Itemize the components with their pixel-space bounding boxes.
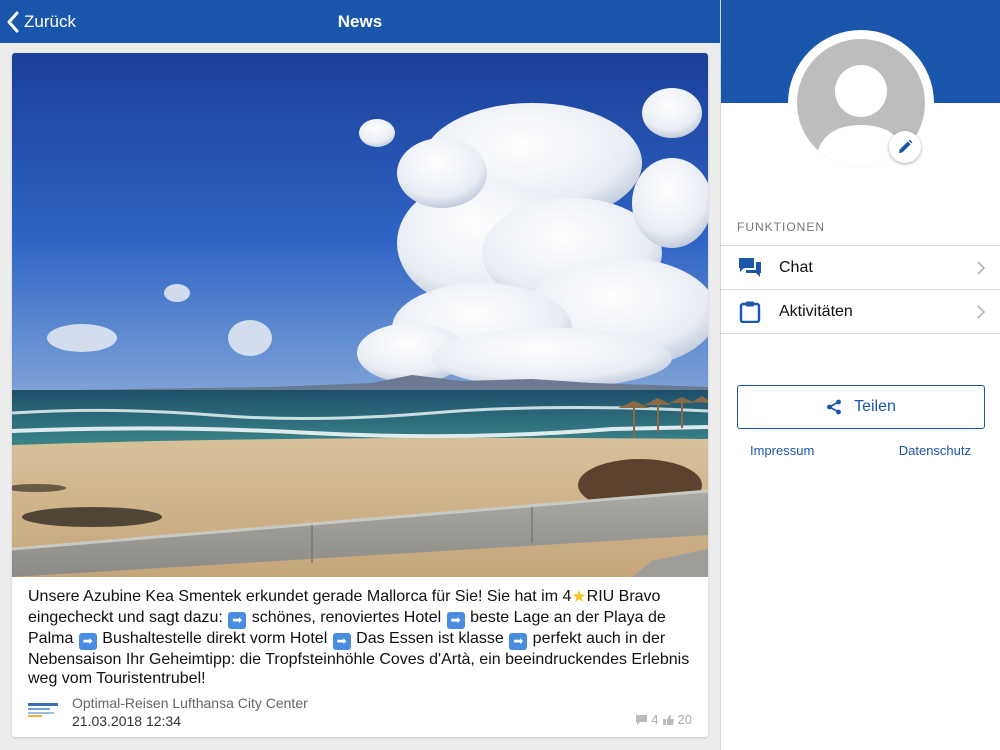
post-stats[interactable]: 4 20: [635, 712, 692, 727]
top-bar: Zurück News: [0, 0, 720, 43]
share-label: Teilen: [854, 398, 896, 415]
pencil-icon: [899, 139, 913, 153]
star-icon: ★: [571, 587, 587, 607]
author-logo-icon: [28, 703, 58, 717]
arrow-right-icon: ➡: [446, 611, 465, 629]
thumbs-up-icon: [662, 714, 674, 725]
arrow-right-icon: ➡: [509, 632, 528, 650]
arrow-right-icon: ➡: [332, 632, 351, 650]
page-title: News: [337, 12, 383, 31]
post-date: 21.03.2018 12:34: [72, 713, 181, 729]
back-label: Zurück: [24, 11, 76, 31]
menu-item-chat[interactable]: Chat: [721, 246, 1000, 290]
likes-count: 20: [677, 712, 692, 727]
back-button[interactable]: Zurück: [6, 0, 76, 43]
arrow-right-icon: ➡: [228, 611, 247, 629]
impressum-link[interactable]: Impressum: [750, 443, 814, 458]
functions-menu: Chat Aktivitäten: [721, 245, 1000, 334]
comments-count: 4: [651, 712, 659, 727]
clipboard-icon: [739, 301, 761, 323]
post-footer: Optimal-Reisen Lufthansa City Center 21.…: [28, 693, 692, 729]
menu-item-aktivitaeten[interactable]: Aktivitäten: [721, 290, 1000, 334]
edit-avatar-button[interactable]: [889, 131, 921, 163]
chevron-right-icon: [977, 261, 985, 275]
arrow-right-icon: ➡: [78, 632, 97, 650]
news-card[interactable]: Unsere Azubine Kea Smentek erkundet gera…: [12, 53, 708, 737]
post-text-part-5: Bushaltestelle direkt vorm Hotel: [102, 629, 328, 647]
menu-item-label: Chat: [779, 258, 813, 276]
share-icon: [827, 399, 841, 415]
chevron-left-icon: [7, 11, 19, 32]
chevron-right-icon: [977, 305, 985, 319]
share-button[interactable]: Teilen: [737, 385, 985, 429]
news-photo: [12, 53, 708, 577]
chat-bubbles-icon: [739, 258, 761, 277]
profile-sidebar: FUNKTIONEN Chat Aktivitäten Teilen Impre…: [720, 0, 1000, 750]
post-text: Unsere Azubine Kea Smentek erkundet gera…: [28, 587, 696, 689]
datenschutz-link[interactable]: Datenschutz: [899, 443, 971, 458]
post-author: Optimal-Reisen Lufthansa City Center: [72, 695, 308, 711]
post-text-part-6: Das Essen ist klasse: [356, 629, 504, 647]
section-title: FUNKTIONEN: [737, 220, 825, 234]
news-pane: Zurück News Unsere Azubine Kea Smentek e…: [0, 0, 720, 750]
comment-icon: [636, 714, 648, 725]
post-text-part-1: Unsere Azubine Kea Smentek erkundet gera…: [28, 588, 572, 605]
menu-item-label: Aktivitäten: [779, 302, 853, 320]
post-text-part-3: schönes, renoviertes Hotel: [251, 608, 442, 626]
